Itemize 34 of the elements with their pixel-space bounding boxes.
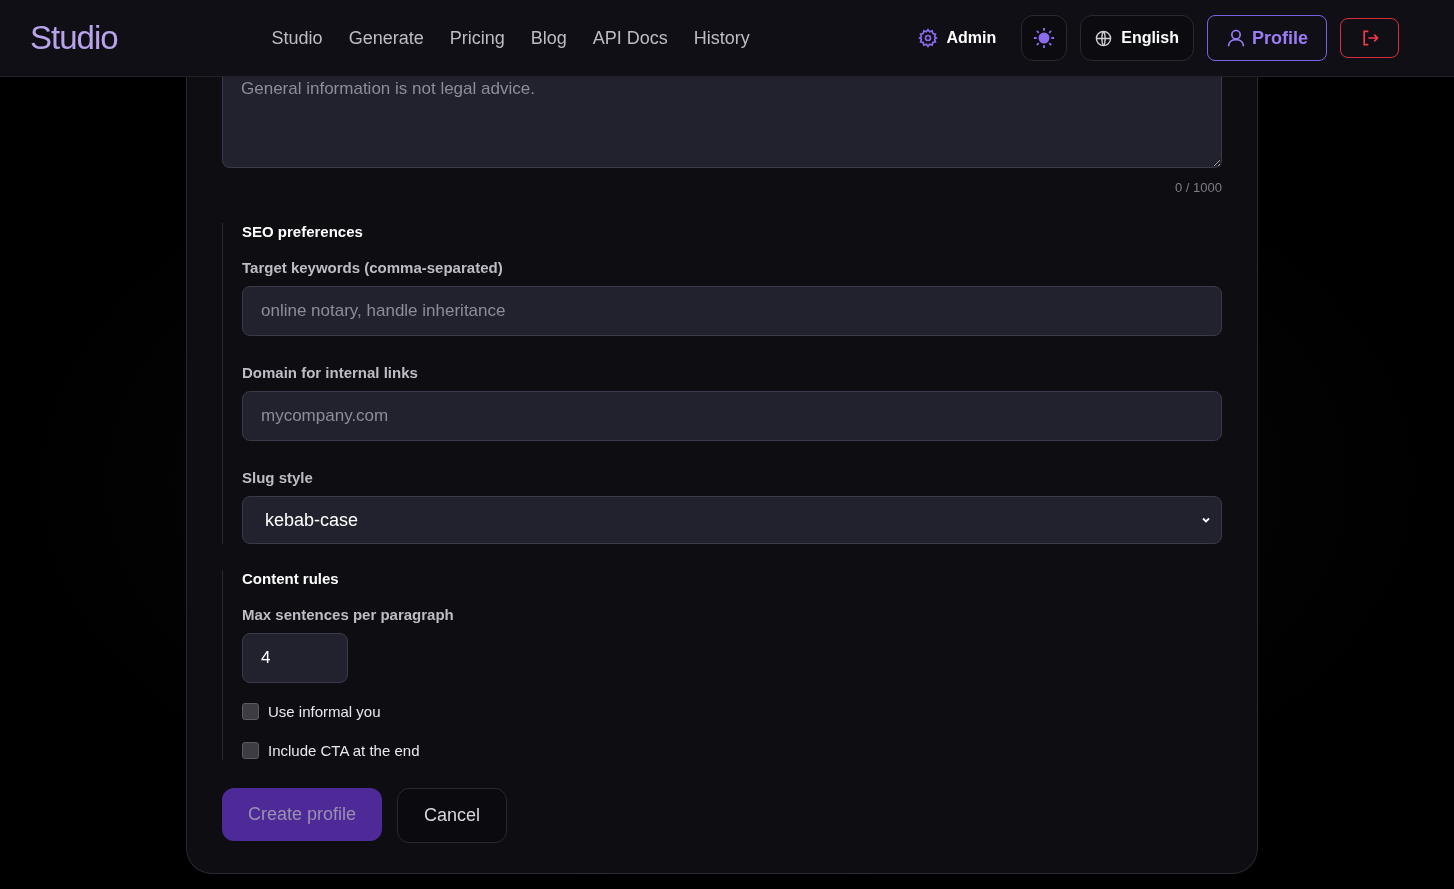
field-label: Slug style bbox=[242, 469, 314, 486]
sun-icon bbox=[1033, 27, 1056, 49]
checkbox-label: Use informal you bbox=[268, 702, 381, 720]
select-field[interactable]: kebab-case bbox=[242, 496, 1222, 544]
logo[interactable]: Studio bbox=[30, 19, 118, 57]
nav-link[interactable]: Generate bbox=[348, 27, 424, 49]
gear-icon bbox=[918, 28, 939, 48]
section-title: SEO preferences bbox=[242, 223, 364, 240]
nav-link[interactable]: Pricing bbox=[449, 27, 505, 49]
theme-toggle-button[interactable] bbox=[1021, 15, 1068, 61]
disclaimer-textarea[interactable]: General information is not legal advice. bbox=[222, 77, 1222, 168]
logout-button[interactable] bbox=[1340, 18, 1399, 58]
checkbox-label: Include CTA at the end bbox=[268, 741, 420, 759]
admin-link[interactable]: Admin bbox=[918, 28, 997, 48]
text-field[interactable]: mycompany.com bbox=[242, 391, 1222, 441]
nav-link[interactable]: Blog bbox=[530, 27, 567, 49]
chevron-icon bbox=[1201, 515, 1211, 525]
field-label: Domain for internal links bbox=[242, 364, 419, 381]
field-label: Target keywords (comma-separated) bbox=[242, 259, 504, 276]
cancel-button[interactable]: Cancel bbox=[397, 788, 508, 843]
character-counter: 0 / 1000 bbox=[1175, 180, 1222, 195]
nav-link[interactable]: API Docs bbox=[592, 27, 668, 49]
profile-button[interactable]: Profile bbox=[1207, 15, 1327, 61]
nav-link[interactable]: History bbox=[693, 27, 750, 49]
number-field[interactable]: 4 bbox=[242, 633, 348, 683]
text-field[interactable]: online notary, handle inheritance bbox=[242, 286, 1222, 336]
checkbox[interactable] bbox=[242, 702, 259, 720]
user-icon bbox=[1226, 28, 1246, 48]
section-title: Content rules bbox=[242, 570, 340, 587]
nav-link[interactable]: Studio bbox=[271, 27, 323, 49]
field-label: Max sentences per paragraph bbox=[242, 606, 455, 623]
language-button[interactable]: English bbox=[1080, 15, 1194, 61]
checkbox[interactable] bbox=[242, 741, 259, 759]
globe-icon bbox=[1095, 29, 1113, 47]
